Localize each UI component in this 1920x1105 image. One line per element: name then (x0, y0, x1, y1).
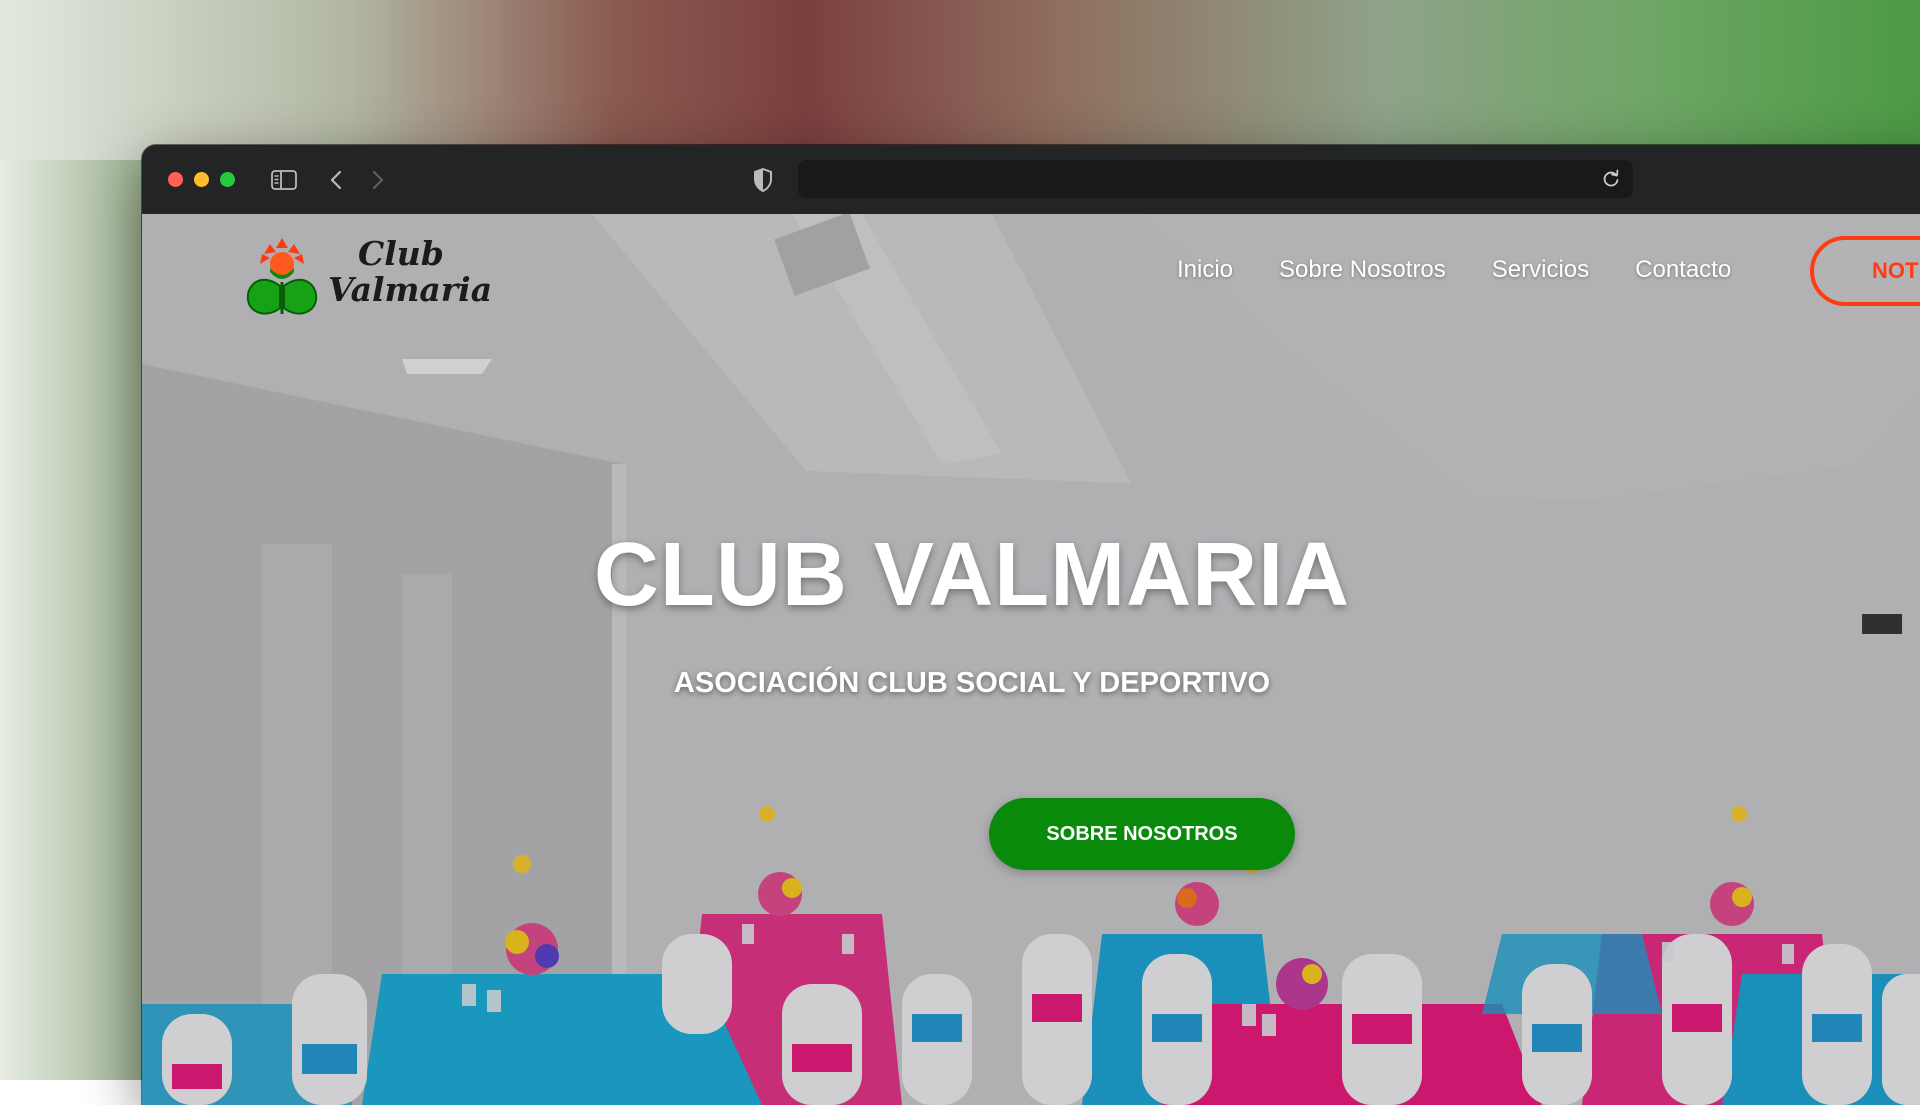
logo-wordmark: Club Valmaria (328, 236, 492, 308)
zoom-window-button[interactable] (220, 172, 235, 187)
chevron-left-icon[interactable] (326, 167, 346, 192)
browser-toolbar (142, 145, 1920, 215)
news-button[interactable]: NOT (1810, 236, 1920, 306)
reload-icon[interactable] (1601, 169, 1621, 189)
site-logo[interactable]: Club Valmaria (242, 236, 492, 320)
hero-overlay (142, 214, 1920, 1105)
main-navigation: Inicio Sobre Nosotros Servicios Contacto (1177, 256, 1731, 284)
close-window-button[interactable] (168, 172, 183, 187)
hero-subtitle: ASOCIACIÓN CLUB SOCIAL Y DEPORTIVO (673, 667, 1271, 699)
minimize-window-button[interactable] (194, 172, 209, 187)
flower-emblem-icon (246, 238, 318, 315)
desktop-gradient (0, 0, 1920, 160)
nav-link-contacto[interactable]: Contacto (1635, 256, 1731, 284)
logo-line-1: Club (358, 234, 444, 273)
nav-link-servicios[interactable]: Servicios (1492, 256, 1589, 284)
web-page: Club Valmaria Inicio Sobre Nosotros Serv… (142, 214, 1920, 1105)
nav-link-inicio[interactable]: Inicio (1177, 256, 1233, 284)
hero-title: CLUB VALMARIA (593, 525, 1351, 625)
browser-window: Club Valmaria Inicio Sobre Nosotros Serv… (142, 145, 1920, 1105)
address-bar[interactable] (798, 160, 1633, 198)
nav-link-sobre-nosotros[interactable]: Sobre Nosotros (1279, 256, 1446, 284)
logo-line-2: Valmaria (328, 270, 493, 309)
shield-icon[interactable] (752, 167, 774, 192)
about-us-button[interactable]: SOBRE NOSOTROS (989, 798, 1295, 870)
sidebar-icon[interactable] (270, 167, 298, 192)
chevron-right-icon[interactable] (368, 167, 388, 192)
